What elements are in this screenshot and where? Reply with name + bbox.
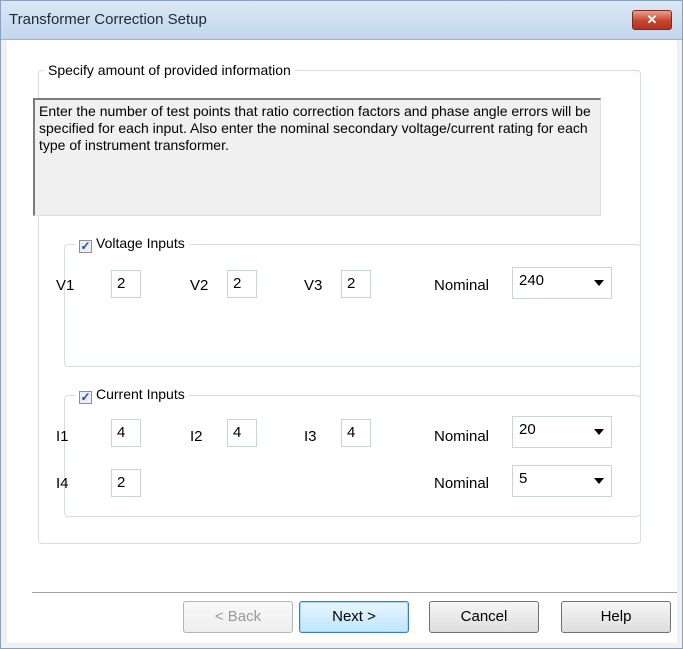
voltage-inputs-legend[interactable]: ✓ Voltage Inputs	[75, 235, 189, 253]
next-button[interactable]: Next >	[299, 601, 409, 633]
chevron-down-icon	[594, 280, 604, 286]
current-inputs-legend[interactable]: ✓ Current Inputs	[75, 386, 189, 404]
current-nominal-select[interactable]: 20	[512, 416, 612, 448]
i2-input[interactable]: 4	[227, 419, 257, 447]
v3-label: V3	[304, 277, 323, 294]
i3-input[interactable]: 4	[341, 419, 371, 447]
title-bar[interactable]: Transformer Correction Setup ✕	[1, 1, 682, 40]
v3-input[interactable]: 2	[341, 270, 371, 298]
back-button[interactable]: < Back	[183, 601, 293, 633]
voltage-inputs-checkbox[interactable]: ✓	[79, 240, 92, 253]
close-button[interactable]: ✕	[632, 10, 672, 30]
chevron-down-icon	[594, 429, 604, 435]
voltage-nominal-select[interactable]: 240	[512, 267, 612, 299]
cancel-button[interactable]: Cancel	[429, 601, 539, 633]
dialog-window: Transformer Correction Setup ✕ Specify a…	[0, 0, 683, 649]
i2-label: I2	[190, 428, 203, 445]
current-inputs-groupbox	[64, 395, 641, 517]
v2-input[interactable]: 2	[227, 270, 257, 298]
button-separator	[32, 592, 677, 594]
current-inputs-checkbox[interactable]: ✓	[79, 391, 92, 404]
close-icon: ✕	[646, 12, 658, 27]
voltage-nominal-value: 240	[519, 272, 545, 289]
info-groupbox-legend: Specify amount of provided information	[44, 62, 295, 78]
current-nominal2-select[interactable]: 5	[512, 465, 612, 497]
window-title: Transformer Correction Setup	[9, 11, 207, 28]
i3-label: I3	[304, 428, 317, 445]
current-nominal-label: Nominal	[434, 428, 490, 445]
voltage-inputs-groupbox	[64, 244, 641, 367]
i4-label: I4	[56, 475, 69, 492]
i1-input[interactable]: 4	[111, 419, 141, 447]
help-button[interactable]: Help	[561, 601, 671, 633]
instructions-text: Enter the number of test points that rat…	[33, 98, 601, 216]
dialog-body: Specify amount of provided information E…	[7, 40, 677, 643]
i1-label: I1	[56, 428, 69, 445]
current-nominal2-label: Nominal	[434, 475, 490, 492]
current-nominal2-value: 5	[519, 470, 528, 487]
v1-label: V1	[56, 277, 75, 294]
current-inputs-label: Current Inputs	[96, 386, 185, 402]
chevron-down-icon	[594, 478, 604, 484]
current-nominal-value: 20	[519, 421, 536, 438]
voltage-inputs-label: Voltage Inputs	[96, 235, 185, 251]
v1-input[interactable]: 2	[111, 270, 141, 298]
i4-input[interactable]: 2	[111, 469, 141, 497]
v2-label: V2	[190, 277, 209, 294]
voltage-nominal-label: Nominal	[434, 277, 490, 294]
